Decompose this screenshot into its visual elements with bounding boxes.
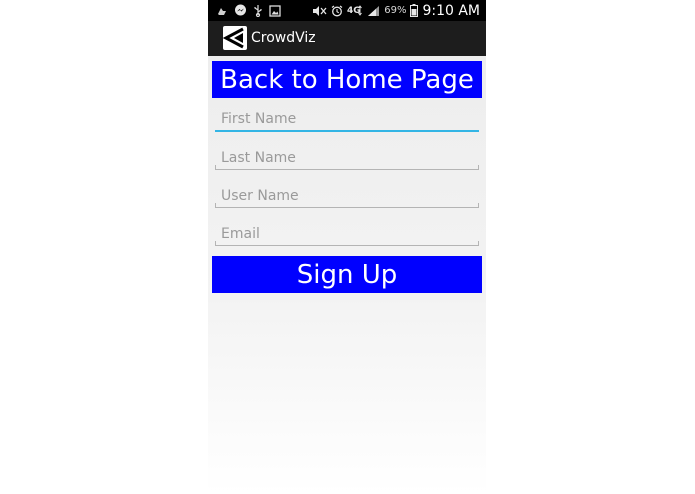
- mute-icon: [312, 5, 327, 17]
- action-bar: CrowdViz: [208, 21, 486, 56]
- status-left-icons: [216, 2, 281, 19]
- sign-up-button[interactable]: Sign Up: [212, 256, 482, 293]
- field-edge-tick: [478, 241, 479, 245]
- crowdviz-logo-icon: [223, 26, 247, 50]
- phone-screen: 4G 69% 9:10 AM CrowdViz Back to Home Pag…: [208, 0, 486, 494]
- alarm-icon: [331, 5, 343, 17]
- messenger-icon: [234, 4, 247, 17]
- field-edge-tick: [215, 203, 216, 207]
- field-edge-tick: [478, 165, 479, 169]
- first-name-input[interactable]: [215, 108, 479, 132]
- recycle-icon: [216, 5, 228, 17]
- battery-percent: 69%: [384, 5, 407, 16]
- email-input[interactable]: [215, 222, 479, 246]
- field-edge-tick: [478, 203, 479, 207]
- user-name-input[interactable]: [215, 184, 479, 208]
- signal-icon: [367, 5, 380, 17]
- image-icon: [269, 4, 281, 17]
- usb-icon: [253, 4, 263, 17]
- back-to-home-button[interactable]: Back to Home Page: [212, 61, 482, 98]
- app-title: CrowdViz: [251, 30, 316, 46]
- 4g-lte-icon: 4G: [347, 4, 363, 17]
- status-bar: 4G 69% 9:10 AM: [208, 0, 486, 21]
- status-right-icons: 4G 69% 9:10 AM: [312, 1, 480, 20]
- field-edge-tick: [215, 241, 216, 245]
- last-name-input[interactable]: [215, 146, 479, 170]
- field-edge-tick: [215, 165, 216, 169]
- battery-icon: [410, 4, 419, 17]
- status-time: 9:10 AM: [422, 2, 480, 19]
